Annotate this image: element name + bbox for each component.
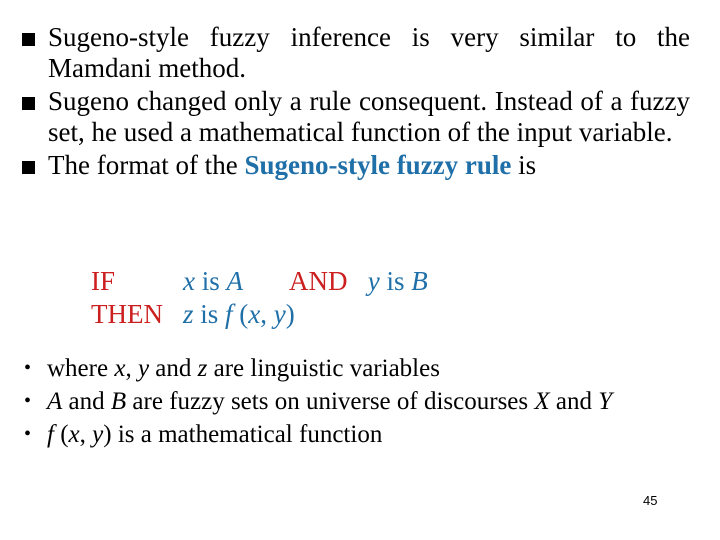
universe-y: Y: [598, 388, 613, 415]
dot-bullet-icon: •: [24, 357, 32, 379]
func-f: f: [47, 421, 54, 448]
text: and: [149, 355, 198, 382]
arg-y: y: [92, 421, 104, 448]
comma: ,: [260, 299, 274, 329]
consequent: z is f (x, y): [183, 299, 295, 329]
bullet-text-prefix: The format of the: [48, 150, 245, 180]
antecedent-2: y is B: [368, 266, 428, 296]
var-x: x: [114, 355, 126, 382]
square-bullet-icon: [22, 97, 35, 110]
antecedent-1: x is A: [183, 266, 243, 296]
square-bullet-icon: [22, 161, 35, 174]
set-b: B: [110, 388, 127, 415]
rule-then-row: THEN z is f (x, y): [91, 298, 428, 331]
bullet-text: Sugeno-style fuzzy inference is very sim…: [48, 22, 690, 83]
var-y: y: [367, 266, 380, 296]
var-y: y: [137, 355, 150, 382]
then-keyword: THEN: [91, 299, 163, 329]
set-a: A: [226, 266, 244, 296]
page-number: 45: [643, 493, 658, 508]
dot-bullet-icon: •: [24, 423, 32, 445]
sub-bullet-item: • f (x, y) is a mathematical function: [20, 418, 710, 451]
sub-bullet-list: • where x, y and z are linguistic variab…: [20, 352, 710, 451]
square-bullet-icon: [22, 33, 35, 46]
text: are linguistic variables: [207, 355, 440, 382]
text: ) is a mathematical function: [103, 421, 383, 448]
paren-close: ): [285, 299, 295, 329]
text: (: [53, 421, 69, 448]
main-bullet-list: Sugeno-style fuzzy inference is very sim…: [18, 22, 690, 183]
arg-x: x: [248, 299, 261, 329]
text: where: [47, 355, 115, 382]
rule-format: IF x is A AND y is B THEN z is f (x, y): [91, 265, 428, 331]
text: are fuzzy sets on universe of discourses: [126, 388, 535, 415]
text: and: [549, 388, 599, 415]
var-x: x: [183, 266, 195, 296]
text: ,: [79, 421, 93, 448]
set-a: A: [47, 388, 63, 415]
universe-x: X: [534, 388, 550, 415]
text: ,: [125, 355, 138, 382]
dot-bullet-icon: •: [24, 390, 32, 412]
bullet-text: Sugeno changed only a rule consequent. I…: [48, 86, 690, 147]
bullet-item: The format of the Sugeno-style fuzzy rul…: [18, 150, 690, 181]
var-z: z: [197, 355, 208, 382]
highlighted-term: Sugeno-style fuzzy rule: [244, 150, 512, 180]
arg-x: x: [68, 421, 80, 448]
and-keyword: AND: [289, 266, 348, 296]
is-text: is: [193, 299, 226, 329]
text: and: [62, 388, 111, 415]
rule-if-row: IF x is A AND y is B: [91, 265, 428, 298]
bullet-item: Sugeno-style fuzzy inference is very sim…: [18, 22, 690, 84]
is-text: is: [194, 266, 227, 296]
slide: Sugeno-style fuzzy inference is very sim…: [0, 0, 720, 540]
sub-bullet-item: • A and B are fuzzy sets on universe of …: [20, 385, 710, 418]
bullet-item: Sugeno changed only a rule consequent. I…: [18, 86, 690, 148]
func-f: f: [225, 299, 233, 329]
arg-y: y: [273, 299, 286, 329]
bullet-text-suffix: is: [511, 150, 537, 180]
paren-open: (: [232, 299, 249, 329]
var-z: z: [183, 299, 194, 329]
is-text: is: [379, 266, 412, 296]
if-keyword: IF: [91, 266, 116, 296]
sub-bullet-item: • where x, y and z are linguistic variab…: [20, 352, 710, 385]
set-b: B: [411, 266, 428, 296]
